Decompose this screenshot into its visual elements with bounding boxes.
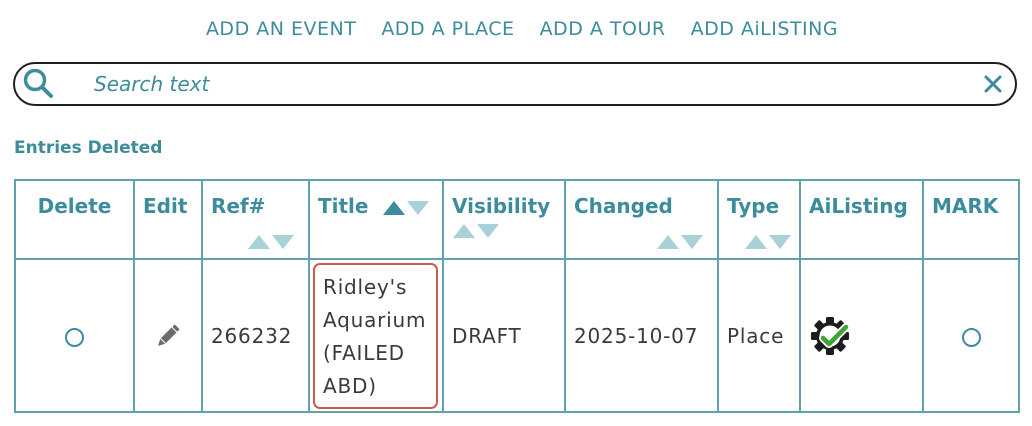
sort-up-icon[interactable] xyxy=(248,235,270,249)
ref-cell: 266232 xyxy=(201,258,310,413)
delete-cell xyxy=(14,258,135,413)
sort-down-icon[interactable] xyxy=(272,235,294,249)
title-line: Ridley's xyxy=(323,274,408,299)
search-bar xyxy=(13,62,1017,106)
search-icon[interactable] xyxy=(22,67,56,101)
header-ref[interactable]: Ref# xyxy=(201,179,310,260)
header-delete: Delete xyxy=(14,179,135,260)
title-highlight: Ridley's Aquarium (FAILED ABD) xyxy=(313,262,438,409)
visibility-cell: DRAFT xyxy=(442,258,566,413)
changed-cell: 2025-10-07 xyxy=(564,258,719,413)
header-visibility[interactable]: Visibility xyxy=(442,179,566,260)
ref-sort[interactable] xyxy=(248,235,294,249)
header-edit: Edit xyxy=(133,179,203,260)
add-event-link[interactable]: ADD AN EVENT xyxy=(206,18,356,40)
header-mark: MARK xyxy=(922,179,1020,260)
changed-sort[interactable] xyxy=(657,235,703,249)
section-title: Entries Deleted xyxy=(14,138,163,158)
gear-check-icon[interactable] xyxy=(809,315,851,357)
type-cell: Place xyxy=(717,258,801,413)
sort-up-icon[interactable] xyxy=(745,235,767,249)
header-title[interactable]: Title xyxy=(308,179,444,260)
visibility-sort[interactable] xyxy=(453,224,499,238)
header-ailisting: AiListing xyxy=(799,179,924,260)
add-ailisting-link[interactable]: ADD AiLISTING xyxy=(691,18,838,40)
search-input[interactable] xyxy=(94,66,981,102)
title-sort[interactable] xyxy=(383,200,430,215)
clear-icon[interactable] xyxy=(981,72,1005,96)
pencil-icon[interactable] xyxy=(152,320,184,352)
title-line: (FAILED xyxy=(323,340,405,365)
sort-up-icon[interactable] xyxy=(657,235,679,249)
add-tour-link[interactable]: ADD A TOUR xyxy=(540,18,666,40)
mark-radio[interactable] xyxy=(961,327,981,347)
sort-down-icon[interactable] xyxy=(769,235,791,249)
table-row: 266232 Ridley's Aquarium (FAILED ABD) DR… xyxy=(14,258,1020,413)
sort-up-icon[interactable] xyxy=(383,200,406,215)
header-changed[interactable]: Changed xyxy=(564,179,719,260)
add-place-link[interactable]: ADD A PLACE xyxy=(381,18,514,40)
sort-down-icon[interactable] xyxy=(681,235,703,249)
ailisting-cell xyxy=(799,258,924,413)
title-line: ABD) xyxy=(323,373,377,398)
sort-up-icon[interactable] xyxy=(453,224,475,238)
top-nav: ADD AN EVENT ADD A PLACE ADD A TOUR ADD … xyxy=(0,18,1032,40)
sort-down-icon[interactable] xyxy=(407,200,430,215)
sort-down-icon[interactable] xyxy=(477,224,499,238)
edit-cell xyxy=(133,258,203,413)
entries-table: Delete Edit Ref# Title Visibility Change… xyxy=(14,179,1020,413)
title-cell: Ridley's Aquarium (FAILED ABD) xyxy=(308,258,444,413)
delete-radio[interactable] xyxy=(65,327,84,347)
header-type[interactable]: Type xyxy=(717,179,801,260)
table-header-row: Delete Edit Ref# Title Visibility Change… xyxy=(14,179,1020,260)
title-line: Aquarium xyxy=(323,307,427,332)
type-sort[interactable] xyxy=(745,235,791,249)
mark-cell xyxy=(922,258,1020,413)
